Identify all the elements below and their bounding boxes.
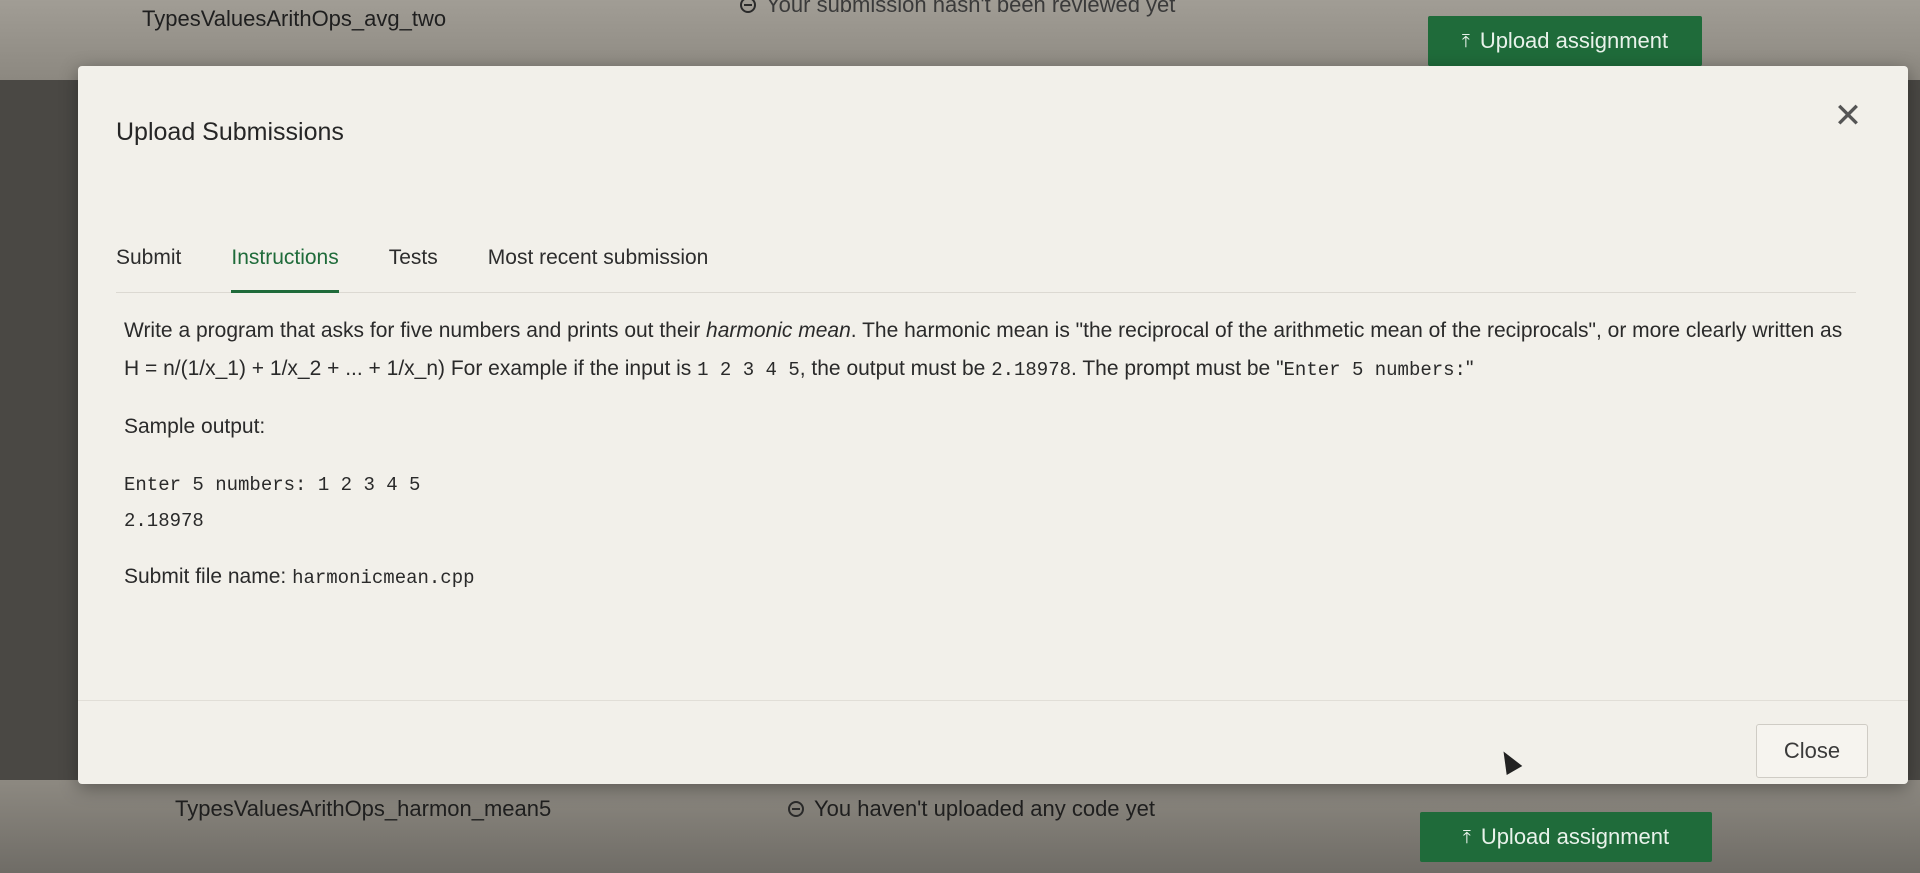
sample-output-code: Enter 5 numbers: 1 2 3 4 5 2.18978 [124,467,1844,539]
tab-tests[interactable]: Tests [389,236,438,290]
upload-icon: ⤒ [1462,826,1471,847]
instructions-text: Write a program that asks for five numbe… [124,319,707,342]
modal-title: Upload Submissions [116,118,344,146]
instructions-text: " [1465,357,1474,380]
sample-output-label: Sample output: [124,415,266,438]
example-input: 1 2 3 4 5 [697,359,800,381]
instructions-content: Write a program that asks for five numbe… [124,312,1844,589]
upload-submissions-modal: Upload Submissions ✕ Submit Instructions… [78,66,1908,784]
example-prompt: Enter 5 numbers: [1283,359,1466,381]
tab-submit[interactable]: Submit [116,236,181,290]
close-icon[interactable]: ✕ [1828,96,1868,136]
submit-file-name: Submit file name: harmonicmean.cpp [124,565,1844,589]
instructions-text: . The prompt must be " [1071,357,1284,380]
sample-output-line: Enter 5 numbers: 1 2 3 4 5 [124,474,421,496]
upload-assignment-button-bottom[interactable]: ⤒ Upload assignment [1420,812,1712,862]
status-top: Your submission hasn't been reviewed yet [740,0,1175,18]
upload-assignment-button-top[interactable]: ⤒ Upload assignment [1428,16,1702,66]
sample-output-line: 2.18978 [124,510,204,532]
example-output: 2.18978 [991,359,1072,381]
submit-file-value: harmonicmean.cpp [292,567,475,589]
mouse-cursor-icon [1495,746,1523,776]
upload-label-bottom: Upload assignment [1480,824,1670,849]
status-text-top: Your submission hasn't been reviewed yet [766,0,1176,17]
tab-bar: Submit Instructions Tests Most recent su… [116,236,1856,293]
instructions-emphasis: harmonic mean [706,319,851,342]
instructions-paragraph: Write a program that asks for five numbe… [124,312,1844,389]
submit-file-label: Submit file name: [124,565,293,588]
upload-icon: ⤒ [1461,30,1470,51]
minus-circle-icon [788,801,804,817]
status-text-bottom: You haven't uploaded any code yet [814,796,1155,821]
footer-divider [78,700,1908,701]
status-bottom: You haven't uploaded any code yet [788,796,1155,822]
minus-circle-icon [740,0,756,13]
assignment-name-avg-two[interactable]: TypesValuesArithOps_avg_two [142,6,446,32]
upload-label-top: Upload assignment [1479,28,1669,53]
assignment-name-harmon-mean5[interactable]: TypesValuesArithOps_harmon_mean5 [175,796,551,822]
tab-most-recent-submission[interactable]: Most recent submission [488,236,709,290]
instructions-text: , the output must be [799,357,992,380]
close-button[interactable]: Close [1756,724,1868,778]
tab-instructions[interactable]: Instructions [231,236,339,293]
